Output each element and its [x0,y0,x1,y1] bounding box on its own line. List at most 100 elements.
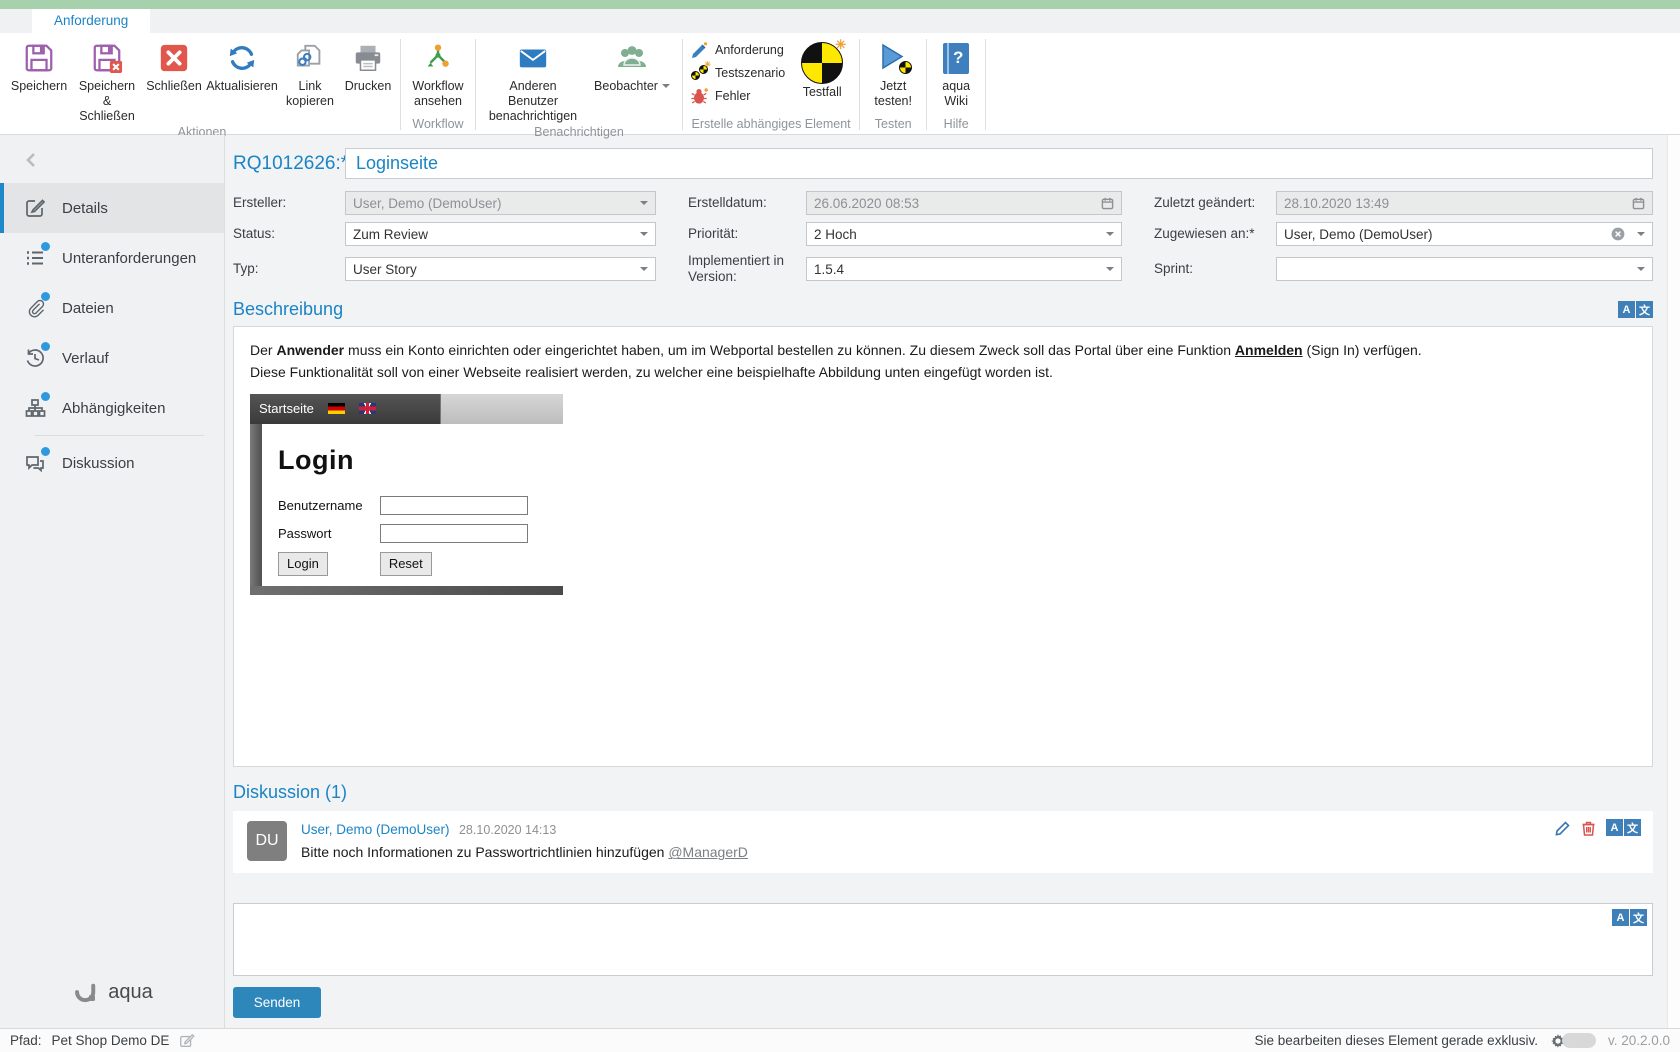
ribbon-group-benachrichtigen: Anderen Benutzer benachrichtigen Beobach… [476,33,682,134]
create-requirement-button[interactable]: Anforderung [687,40,789,60]
group-label: Hilfe [927,117,985,134]
erstelldatum-field[interactable]: 26.06.2020 08:53 [806,191,1122,215]
create-testscenario-button[interactable]: ✳ Testszenario [687,63,789,83]
testscenario-icon: ✳ [691,64,709,82]
field-label-status: Status: [233,226,345,242]
bug-icon [691,87,709,105]
settings-toggle[interactable] [1550,1033,1596,1049]
version-label: v. 20.2.0.0 [1608,1033,1670,1048]
comment-author[interactable]: User, Demo (DemoUser) [301,822,450,837]
field-value: User, Demo (DemoUser) [353,196,502,211]
sidebar-item-dateien[interactable]: Dateien [0,283,224,333]
mention-link[interactable]: @ManagerD [668,844,748,860]
button-label: Beobachter [594,79,658,94]
ersteller-select[interactable]: User, Demo (DemoUser) [345,191,656,215]
zuletzt-geaendert-field[interactable]: 28.10.2020 13:49 [1276,191,1653,215]
sidebar-item-unteranforderungen[interactable]: Unteranforderungen [0,233,224,283]
close-button[interactable]: Schließen [144,38,204,96]
create-testcase-button[interactable]: ✳ Testfall [789,38,855,102]
sidebar-item-diskussion[interactable]: Diskussion [0,438,224,488]
discussion-heading: Diskussion (1) [233,782,347,803]
edit-path-icon[interactable] [179,1033,195,1049]
sidebar-item-label: Abhängigkeiten [62,400,165,417]
send-button[interactable]: Senden [233,987,321,1018]
watchers-button[interactable]: Beobachter [586,38,678,96]
floppy-icon [21,40,57,76]
discussion-icon [24,452,46,474]
aqua-logo-text: aqua [108,981,153,1004]
edit-details-icon [24,197,46,219]
translate-a-button[interactable]: A [1618,301,1635,318]
translate-lang-button[interactable]: 文 [1624,819,1641,836]
status-select[interactable]: Zum Review [345,222,656,246]
field-label-zuletzt: Zuletzt geändert: [1154,195,1276,211]
ribbon-tab-row: Anforderung [0,9,1680,33]
sidebar-item-verlauf[interactable]: Verlauf [0,333,224,383]
title-input[interactable] [345,148,1653,179]
prioritaet-select[interactable]: 2 Hoch [806,222,1122,246]
floppy-close-icon [89,40,125,76]
requirement-icon [691,41,709,59]
history-icon [24,347,46,369]
save-button[interactable]: Speichern [8,38,70,96]
ribbon-group-workflow: Workflow ansehen Workflow [401,33,475,134]
button-label: Workflow ansehen [410,79,466,109]
avatar: DU [247,821,287,861]
ribbon-group-hilfe: ? aqua Wiki Hilfe [927,33,985,134]
wiki-button[interactable]: ? aqua Wiki [931,38,981,111]
notify-user-button[interactable]: Anderen Benutzer benachrichtigen [480,38,586,125]
copy-link-button[interactable]: Link kopieren [280,38,340,111]
workflow-icon [420,40,456,76]
sidebar-item-details[interactable]: Details [0,183,224,233]
envelope-icon [515,40,551,76]
print-button[interactable]: Drucken [340,38,396,96]
tab-anforderung[interactable]: Anforderung [32,9,150,33]
dependencies-icon [24,397,46,419]
sidebar: Details Unteranforderungen Dateien Verla… [0,135,225,1028]
sidebar-item-abhaengigkeiten[interactable]: Abhängigkeiten [0,383,224,433]
save-and-close-button[interactable]: Speichern & Schließen [70,38,144,125]
scrollbar-track[interactable] [1667,135,1680,1028]
delete-comment-icon[interactable] [1581,820,1596,836]
edit-comment-icon[interactable] [1555,820,1571,836]
testcase-icon: ✳ [799,40,845,86]
badge-dot [41,392,50,401]
badge-dot [41,447,50,456]
sidebar-item-label: Verlauf [62,350,109,367]
sprint-select[interactable] [1276,257,1653,281]
description-body[interactable]: Der Anwender muss ein Konto einrichten o… [233,326,1653,767]
typ-select[interactable]: User Story [345,257,656,281]
reply-textarea[interactable] [234,904,1652,975]
paperclip-icon [24,297,46,319]
test-now-button[interactable]: Jetzt testen! [864,38,922,111]
sidebar-collapse-button[interactable] [0,135,224,183]
refresh-button[interactable]: Aktualisieren [204,38,280,96]
implementiert-select[interactable]: 1.5.4 [806,257,1122,281]
badge-dot [41,242,50,251]
question-glyph: ? [953,48,963,68]
button-label: Fehler [715,89,750,104]
create-defect-button[interactable]: Fehler [687,86,789,106]
sidebar-item-label: Unteranforderungen [62,250,196,267]
ribbon-group-abhaengiges-element: Anforderung ✳ Testszenario Fehler [683,33,859,134]
chevron-down-icon [1106,267,1114,271]
field-value: 28.10.2020 13:49 [1284,196,1389,211]
description-paragraph-2: Diese Funktionalität soll von einer Webs… [250,362,1636,384]
description-paragraph-1: Der Anwender muss ein Konto einrichten o… [250,340,1636,362]
translate-lang-button[interactable]: 文 [1636,301,1653,318]
embedded-password-label: Passwort [278,524,380,544]
embedded-left-edge [250,424,262,586]
description-heading: Beschreibung [233,299,343,320]
view-workflow-button[interactable]: Workflow ansehen [405,38,471,111]
translate-lang-button[interactable]: 文 [1630,909,1647,926]
translate-a-button[interactable]: A [1612,909,1629,926]
field-label-implementiert: Implementiert in Version: [688,253,806,285]
ribbon: Speichern Speichern & Schließen Schließe… [0,33,1680,135]
clear-icon[interactable] [1611,227,1625,241]
zugewiesen-select[interactable]: User, Demo (DemoUser) [1276,222,1653,246]
subrequirements-list-icon [24,247,46,269]
reply-editor: A 文 [233,903,1653,976]
field-label-sprint: Sprint: [1154,261,1276,277]
ribbon-separator [985,39,986,130]
translate-a-button[interactable]: A [1606,819,1623,836]
